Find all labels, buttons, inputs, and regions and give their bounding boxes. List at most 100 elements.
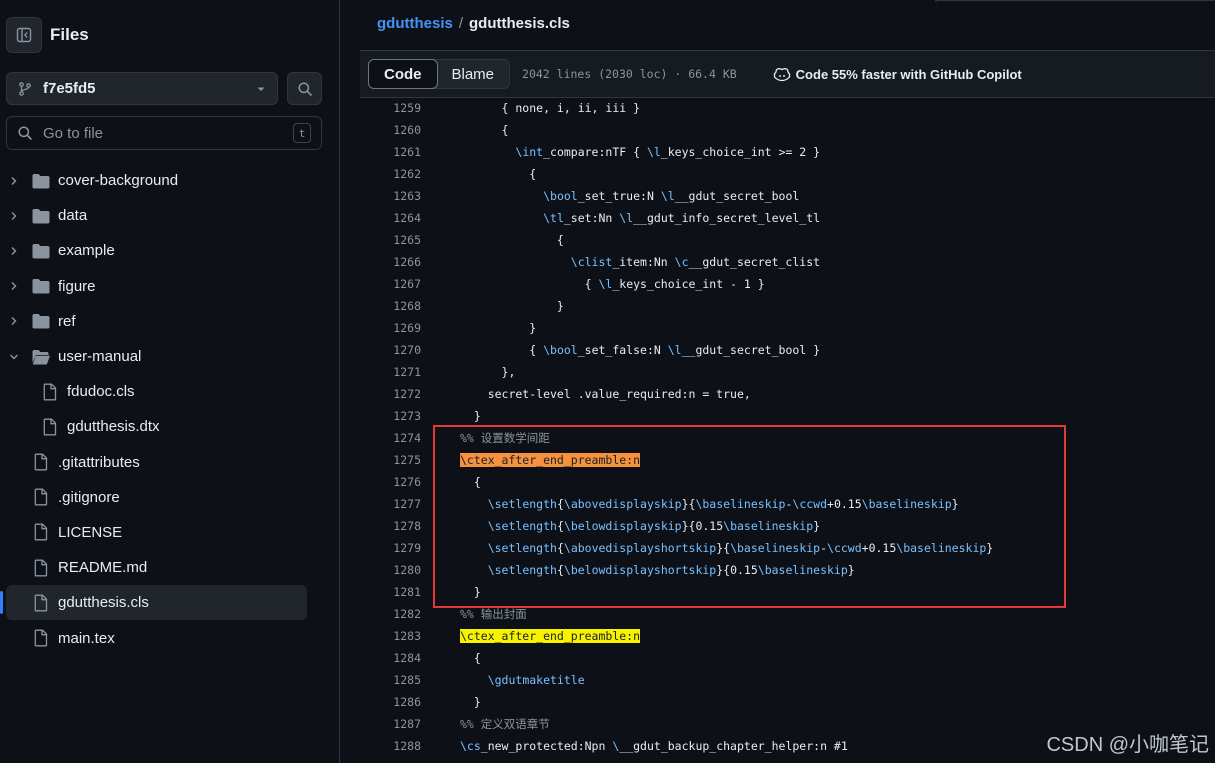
line-number[interactable]: 1261 (360, 141, 421, 163)
tree-folder-user-manual[interactable]: user-manual (0, 339, 340, 374)
search-icon (18, 126, 32, 140)
tree-item-label: README.md (58, 559, 148, 577)
line-number[interactable]: 1285 (360, 669, 421, 691)
line-number[interactable]: 1280 (360, 559, 421, 581)
line-number[interactable]: 1270 (360, 339, 421, 361)
line-number[interactable]: 1278 (360, 515, 421, 537)
chevron-right-icon[interactable] (8, 315, 20, 327)
tree-folder-ref[interactable]: ref (0, 304, 340, 339)
code-line: 1284 { (360, 647, 1215, 669)
caret-down-icon (257, 87, 265, 91)
file-icon (31, 629, 51, 647)
line-number[interactable]: 1263 (360, 185, 421, 207)
code-text: { (460, 123, 509, 137)
line-number[interactable]: 1276 (360, 471, 421, 493)
breadcrumb-file: gdutthesis.cls (469, 15, 570, 32)
tree-item-label: gdutthesis.cls (58, 594, 149, 612)
line-number[interactable]: 1286 (360, 691, 421, 713)
tree-file-fdudoc-cls[interactable]: fdudoc.cls (0, 374, 340, 409)
file-icon (40, 418, 60, 436)
tree-item-label: fdudoc.cls (67, 383, 135, 401)
annotation-box (433, 425, 1066, 608)
code-text: } (460, 299, 564, 313)
code-line: 1286 } (360, 691, 1215, 713)
line-number[interactable]: 1279 (360, 537, 421, 559)
tree-file-gdutthesis-dtx[interactable]: gdutthesis.dtx (0, 409, 340, 444)
tree-file-readme-md[interactable]: README.md (0, 550, 340, 585)
file-icon (31, 559, 51, 577)
code-text: \bool_set_true:N \l__gdut_secret_bool (543, 189, 800, 203)
chevron-right-icon[interactable] (8, 210, 20, 222)
tree-folder-data[interactable]: data (0, 198, 340, 233)
sidebar-title: Files (50, 25, 89, 44)
code-text: { none, i, ii, iii } (460, 101, 641, 115)
line-number[interactable]: 1264 (360, 207, 421, 229)
line-number[interactable]: 1262 (360, 163, 421, 185)
tab-blame[interactable]: Blame (437, 60, 510, 88)
file-icon (31, 523, 51, 541)
line-number[interactable]: 1269 (360, 317, 421, 339)
chevron-right-icon[interactable] (8, 175, 20, 187)
line-number[interactable]: 1273 (360, 405, 421, 427)
branch-selector[interactable]: f7e5fd5 (6, 72, 278, 105)
code-text: } (460, 695, 481, 709)
tree-file-main-tex[interactable]: main.tex (0, 620, 340, 655)
chevron-right-icon[interactable] (8, 245, 20, 257)
code-line: 1263 \bool_set_true:N \l__gdut_secret_bo… (360, 185, 1215, 207)
code-line: 1262 { (360, 163, 1215, 185)
line-number[interactable]: 1274 (360, 427, 421, 449)
line-number[interactable]: 1268 (360, 295, 421, 317)
view-mode-toggle: Code Blame (368, 59, 511, 89)
line-number[interactable]: 1275 (360, 449, 421, 471)
line-number[interactable]: 1281 (360, 581, 421, 603)
copilot-icon (773, 68, 790, 82)
file-header-bar: Code Blame 2042 lines (2030 loc) · 66.4 … (360, 50, 1215, 98)
code-text: { (460, 651, 481, 665)
tab-code[interactable]: Code (368, 59, 438, 89)
chevron-right-icon[interactable] (8, 280, 20, 292)
code-line: 1271 }, (360, 361, 1215, 383)
line-number[interactable]: 1277 (360, 493, 421, 515)
tree-item-label: cover-background (58, 172, 179, 190)
code-text: { (460, 167, 537, 181)
line-number[interactable]: 1267 (360, 273, 421, 295)
chevron-down-icon[interactable] (8, 351, 20, 363)
code-line: 1261 \int_compare:nTF { \l_keys_choice_i… (360, 141, 1215, 163)
code-line: 1269 } (360, 317, 1215, 339)
code-line: 1267 { \l_keys_choice_int - 1 } (360, 273, 1215, 295)
line-number[interactable]: 1284 (360, 647, 421, 669)
line-number[interactable]: 1287 (360, 713, 421, 735)
copilot-promo-label: Code 55% faster with GitHub Copilot (795, 66, 1022, 82)
line-number[interactable]: 1288 (360, 735, 421, 757)
line-number[interactable]: 1259 (360, 97, 421, 119)
breadcrumb-repo-link[interactable]: gdutthesis (377, 15, 453, 32)
file-icon (31, 453, 51, 471)
code-line: 1268 } (360, 295, 1215, 317)
tree-file-gdutthesis-cls[interactable]: gdutthesis.cls (0, 585, 307, 621)
tree-folder-example[interactable]: example (0, 233, 340, 268)
line-number[interactable]: 1282 (360, 603, 421, 625)
line-number[interactable]: 1272 (360, 383, 421, 405)
go-to-file-input[interactable]: Go to file t (6, 116, 322, 150)
line-number[interactable]: 1283 (360, 625, 421, 647)
copilot-promo-link[interactable]: Code 55% faster with GitHub Copilot (773, 66, 1022, 82)
tree-file-gitignore[interactable]: .gitignore (0, 480, 340, 515)
folder-icon (31, 207, 51, 225)
line-number[interactable]: 1266 (360, 251, 421, 273)
tree-file-license[interactable]: LICENSE (0, 515, 340, 550)
line-number[interactable]: 1260 (360, 119, 421, 141)
tree-file-gitattributes[interactable]: .gitattributes (0, 445, 340, 480)
tree-item-label: .gitignore (58, 488, 120, 506)
tree-item-label: ref (58, 312, 76, 330)
tree-folder-figure[interactable]: figure (0, 269, 340, 304)
line-number[interactable]: 1265 (360, 229, 421, 251)
line-number[interactable]: 1271 (360, 361, 421, 383)
code-line: 1260 { (360, 119, 1215, 141)
tree-item-label: user-manual (58, 348, 142, 366)
tree-folder-cover-background[interactable]: cover-background (0, 163, 340, 198)
search-highlight: \ctex_after_end_preamble:n (460, 629, 641, 643)
code-text: \cs_new_protected:Npn \__gdut_backup_cha… (460, 739, 848, 753)
search-button[interactable] (287, 72, 322, 105)
collapse-sidebar-button[interactable] (6, 17, 42, 53)
branch-name: f7e5fd5 (43, 80, 96, 97)
